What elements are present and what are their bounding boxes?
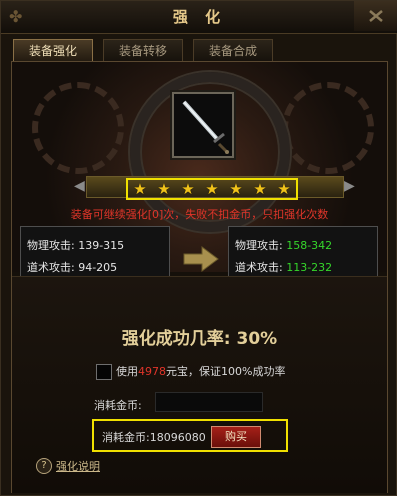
cost-value-row: 消耗金币:18096080: [102, 429, 206, 445]
cost-box: 消耗金币:18096080 购买: [92, 419, 288, 452]
gear-left-icon: [32, 82, 124, 174]
cost-field: [155, 392, 263, 412]
tab-strengthen[interactable]: 装备强化: [13, 39, 93, 61]
strengthen-window: ✤ 强 化 装备强化 装备转移 装备合成 ◀ ▶ ★ ★ ★ ★ ★ ★ ★ 装…: [0, 0, 397, 496]
strengthen-notice: 装备可继续强化[0]次，失败不扣金币，只扣强化次数: [70, 208, 329, 221]
success-rate: 强化成功几率: 30%: [121, 329, 278, 349]
stat-label: 道术攻击:: [235, 261, 283, 274]
next-stat-row: 物理攻击: 158-342: [235, 237, 332, 253]
tab-transfer[interactable]: 装备转移: [103, 39, 183, 61]
strength-stars: ★ ★ ★ ★ ★ ★ ★: [126, 178, 298, 200]
cost-value-label: 消耗金币:: [102, 431, 150, 444]
cost-value: 18096080: [149, 431, 206, 444]
star-icon: ★: [205, 180, 219, 198]
help-icon: ?: [36, 458, 52, 474]
star-icon: ★: [157, 180, 171, 198]
arrow-right-icon: ▶: [344, 178, 355, 194]
tab-compose[interactable]: 装备合成: [193, 39, 273, 61]
cost-label: 消耗金币:: [94, 399, 142, 412]
arrow-left-icon: ◀: [74, 178, 85, 194]
strengthen-panel: ◀ ▶ ★ ★ ★ ★ ★ ★ ★ 装备可继续强化[0]次，失败不扣金币，只扣强…: [11, 61, 388, 493]
ingot-amount: 4978: [138, 365, 166, 378]
star-icon: ★: [277, 180, 291, 198]
star-icon: ★: [181, 180, 195, 198]
stat-label: 物理攻击:: [235, 239, 283, 252]
stat-value: 139-315: [78, 239, 125, 252]
close-icon: [369, 10, 383, 22]
stat-value: 94-205: [78, 261, 118, 274]
guarantee-checkbox[interactable]: [96, 364, 112, 380]
close-button[interactable]: [354, 1, 397, 31]
star-icon: ★: [253, 180, 267, 198]
window-title: 强 化: [172, 8, 227, 26]
title-bar[interactable]: ✤ 强 化: [1, 1, 397, 34]
stat-label: 道术攻击:: [27, 261, 75, 274]
star-icon: ★: [133, 180, 147, 198]
use-prefix: 使用: [116, 365, 138, 378]
star-icon: ★: [229, 180, 243, 198]
item-slot[interactable]: [172, 92, 234, 158]
help-label[interactable]: 强化说明: [56, 458, 100, 474]
buy-button[interactable]: 购买: [211, 426, 261, 448]
next-stat-row: 道术攻击: 113-232: [235, 259, 332, 275]
stat-value: 158-342: [286, 239, 333, 252]
stat-value: 113-232: [286, 261, 333, 274]
guarantee-label: 使用4978元宝，保证100%成功率: [116, 363, 285, 379]
use-suffix: 元宝，保证100%成功率: [166, 365, 286, 378]
gear-right-icon: [282, 82, 374, 174]
stat-label: 物理攻击:: [27, 239, 75, 252]
current-stat-row: 道术攻击: 94-205: [27, 259, 117, 275]
current-stat-row: 物理攻击: 139-315: [27, 237, 124, 253]
sword-icon: [182, 100, 229, 154]
upgrade-arrow-icon: [183, 246, 219, 272]
